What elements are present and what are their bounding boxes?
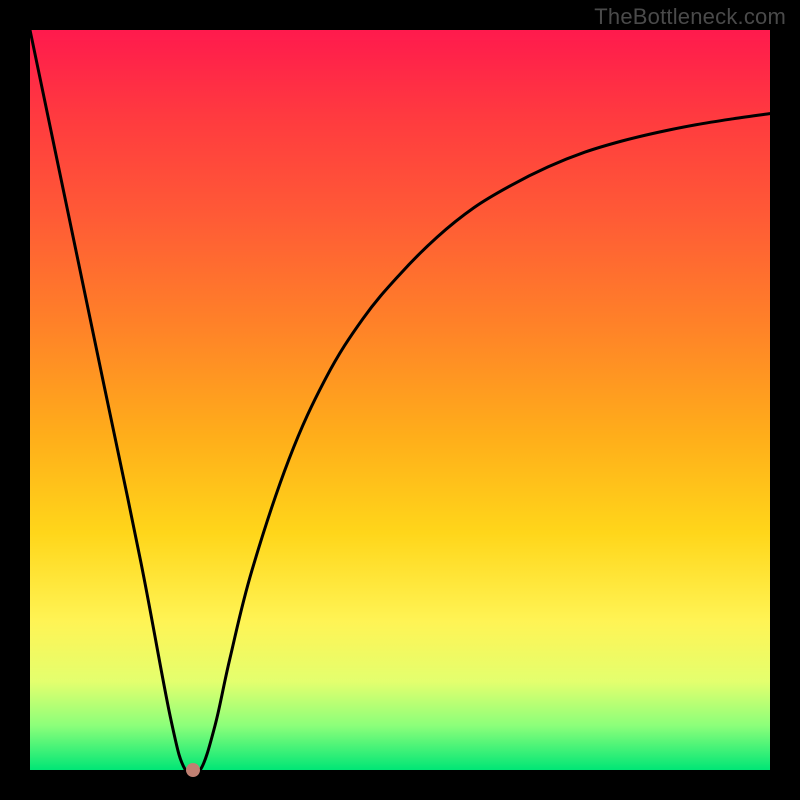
minimum-marker	[186, 763, 200, 777]
watermark-text: TheBottleneck.com	[594, 4, 786, 30]
chart-frame: TheBottleneck.com	[0, 0, 800, 800]
bottleneck-curve	[30, 30, 770, 770]
plot-area	[30, 30, 770, 770]
